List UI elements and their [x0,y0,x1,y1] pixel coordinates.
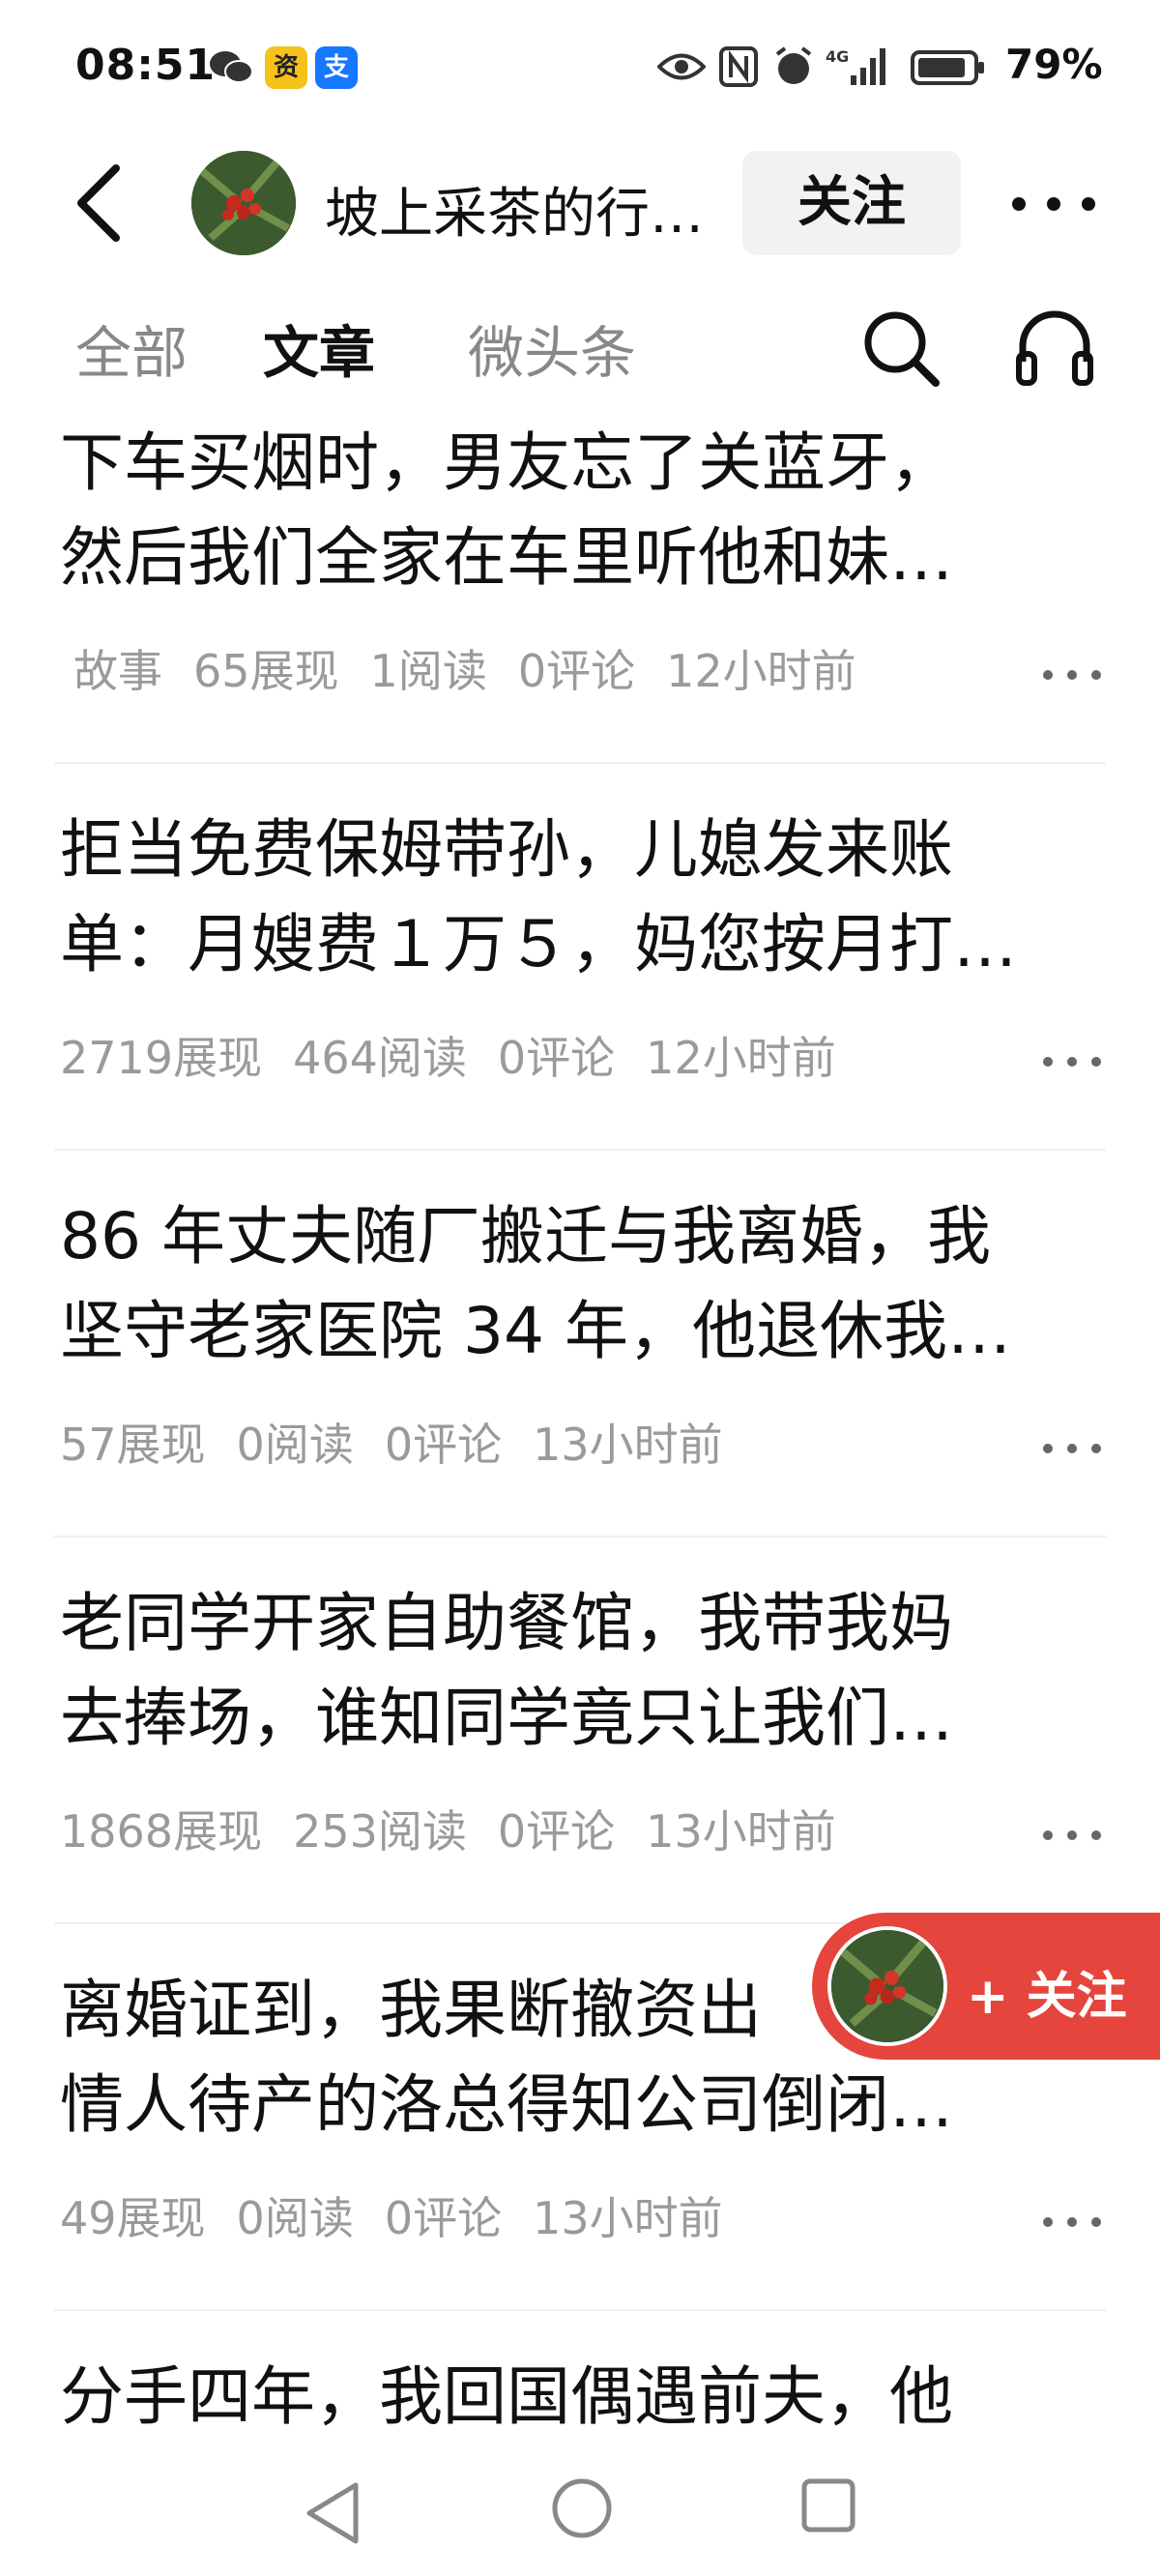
article-item[interactable]: 拒当免费保姆带孙，儿媳发来账 单：月嫂费１万５，妈您按月打… 2719展现 464… [0,803,1160,1151]
article-more-button[interactable] [1038,1439,1106,1458]
divider [54,762,1106,764]
article-views: 65展现 [193,645,339,697]
article-title: 86 年丈夫随厂搬迁与我离婚，我 坚守老家医院 34 年，他退休我… [60,1199,1011,1368]
floating-author-avatar[interactable] [827,1926,947,2046]
headphones-icon [1016,310,1093,386]
article-meta: 1868展现 253阅读 0评论 13小时前 [60,1797,867,1860]
nav-recent-button[interactable] [798,2475,858,2535]
alipay-icon: 支 [315,46,358,89]
search-button[interactable] [858,306,945,393]
article-comments: 0评论 [517,645,636,697]
article-views: 57展现 [60,1419,206,1471]
wechat-icon [209,48,253,91]
article-meta: 故事 65展现 1阅读 0评论 12小时前 [73,636,887,700]
square-recent-icon [801,2478,856,2532]
signal-icon: 4G [826,44,893,93]
article-reads: 1阅读 [369,645,487,697]
battery-icon [911,48,988,91]
article-title: 拒当免费保姆带孙，儿媳发来账 单：月嫂费１万５，妈您按月打… [60,812,1017,981]
search-icon [864,311,940,387]
article-time: 12小时前 [666,645,856,697]
article-more-button[interactable] [1038,665,1106,685]
article-time: 12小时前 [646,1032,836,1084]
floating-follow-label: + 关注 [967,1968,1127,2026]
author-avatar[interactable] [191,151,296,255]
article-views: 1868展现 [60,1805,263,1858]
article-views: 2719展现 [60,1032,263,1084]
article-meta: 57展现 0阅读 0评论 13小时前 [60,1410,754,1474]
svg-text:4G: 4G [826,47,849,66]
more-options-button[interactable] [996,180,1112,228]
article-item[interactable]: 下车买烟时，男友忘了关蓝牙， 然后我们全家在车里听他和妹… 故事 65展现 1阅读 0… [0,416,1160,764]
battery-percent: 79% [1005,41,1103,88]
article-time: 13小时前 [533,1419,723,1471]
article-title: 老同学开家自助餐馆，我带我妈 去捧场，谁知同学竟只让我们… [60,1586,953,1755]
triangle-back-icon [306,2482,359,2544]
more-dots-icon [1043,670,1101,680]
article-comments: 0评论 [497,1805,616,1858]
article-time: 13小时前 [646,1805,836,1858]
article-comments: 0评论 [384,1419,503,1471]
tab-articles[interactable]: 文章 [263,307,375,389]
listen-button[interactable] [1011,304,1098,391]
article-more-button[interactable] [1038,1826,1106,1845]
article-title: 下车买烟时，男友忘了关蓝牙， 然后我们全家在车里听他和妹… [60,425,953,595]
article-reads: 253阅读 [293,1805,467,1858]
article-comments: 0评论 [497,1032,616,1084]
follow-button[interactable]: 关注 [742,151,961,255]
tab-all[interactable]: 全部 [75,307,188,389]
chevron-left-icon [77,164,120,242]
article-more-button[interactable] [1038,1052,1106,1071]
more-dots-icon [1012,197,1095,211]
circle-home-icon [552,2478,612,2538]
author-name[interactable]: 坡上采茶的行… [325,170,731,249]
more-dots-icon [1043,1444,1101,1453]
article-item[interactable]: 分手四年，我回国偶遇前夫，他 [0,2350,1160,2456]
article-item[interactable]: 86 年丈夫随厂搬迁与我离婚，我 坚守老家医院 34 年，他退休我… 57展现 0… [0,1189,1160,1537]
status-bar: 08:51 资 支 4G 79% [0,0,1160,135]
article-reads: 464阅读 [293,1032,467,1084]
article-item[interactable]: 老同学开家自助餐馆，我带我妈 去捧场，谁知同学竟只让我们… 1868展现 253阅… [0,1576,1160,1924]
article-more-button[interactable] [1038,2212,1106,2232]
article-reads: 0阅读 [236,1419,354,1471]
status-time: 08:51 [75,41,217,90]
tab-micro[interactable]: 微头条 [468,307,636,389]
eye-icon [656,50,707,87]
more-dots-icon [1043,1057,1101,1067]
article-title: 分手四年，我回国偶遇前夫，他 [60,2359,953,2434]
more-dots-icon [1043,1830,1101,1840]
article-comments: 0评论 [384,2192,503,2244]
article-reads: 0阅读 [236,2192,354,2244]
news-app-icon: 资 [265,46,307,89]
article-meta: 2719展现 464阅读 0评论 12小时前 [60,1023,867,1087]
nfc-icon [719,46,758,91]
back-button[interactable] [60,155,137,251]
nav-back-button[interactable] [300,2477,367,2549]
article-meta: 49展现 0阅读 0评论 13小时前 [60,2183,754,2247]
divider [54,2309,1106,2311]
article-views: 49展现 [60,2192,206,2244]
article-tag: 故事 [73,645,162,697]
divider [54,1149,1106,1151]
more-dots-icon [1043,2217,1101,2227]
article-time: 13小时前 [533,2192,723,2244]
divider [54,1536,1106,1537]
nav-home-button[interactable] [549,2475,615,2541]
alarm-icon [773,46,814,91]
